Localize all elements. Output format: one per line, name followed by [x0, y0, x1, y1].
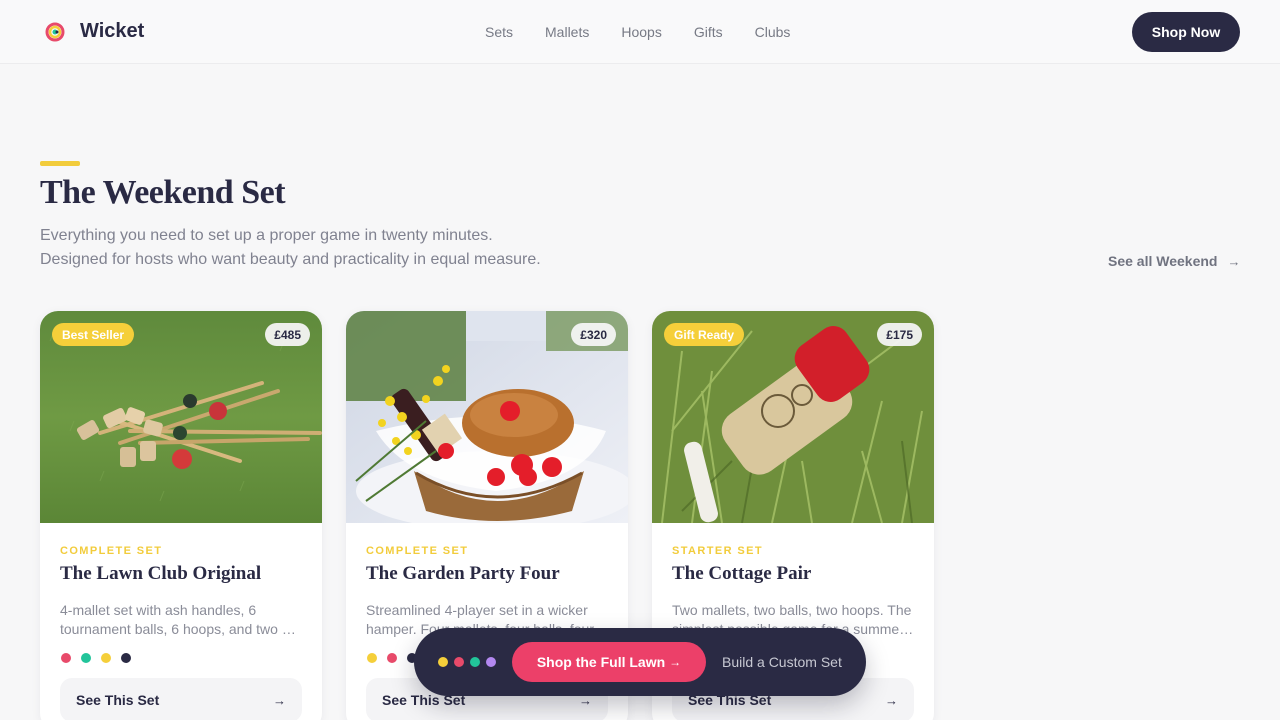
nav-link-sets[interactable]: Sets — [485, 24, 513, 40]
section-title: The Weekend Set — [40, 174, 286, 211]
brand-color-dots — [438, 657, 502, 667]
see-all-weekend-link[interactable]: See all Weekend → — [1108, 253, 1240, 269]
shop-full-lawn-label: Shop the Full Lawn — [536, 654, 666, 670]
price-tag: £320 — [571, 323, 616, 346]
product-image-mallet-in-grass: Gift Ready £175 — [652, 311, 934, 523]
build-custom-set-link[interactable]: Build a Custom Set — [722, 654, 842, 670]
card-description-line-1: Streamlined 4-player set in a wicker — [366, 602, 588, 618]
card-category: COMPLETE SET — [60, 545, 163, 557]
swatch-pink[interactable] — [61, 653, 71, 663]
card-description: 4-mallet set with ash handles, 6 tournam… — [60, 601, 302, 639]
nav-link-mallets[interactable]: Mallets — [545, 24, 589, 40]
see-all-label: See all Weekend — [1108, 253, 1218, 269]
card-description-line-1: Two mallets, two balls, two hoops. The — [672, 602, 912, 618]
product-image-croquet-set: Best Seller £485 — [40, 311, 322, 523]
dot-yellow — [438, 657, 448, 667]
see-this-set-button[interactable]: See This Set → — [60, 678, 302, 720]
card-description-line-1: 4-mallet set with ash handles, 6 — [60, 602, 257, 618]
brand-name: Wicket — [80, 20, 145, 42]
nav-link-hoops[interactable]: Hoops — [621, 24, 661, 40]
subtitle-line-1: Everything you need to set up a proper g… — [40, 227, 493, 244]
arrow-right-icon: → — [273, 692, 286, 708]
card-category: COMPLETE SET — [366, 545, 469, 557]
section-accent-bar — [40, 161, 80, 166]
section-subtitle: Everything you need to set up a proper g… — [40, 224, 541, 272]
floating-action-bar: Shop the Full Lawn → Build a Custom Set — [414, 628, 866, 696]
arrow-right-icon: → — [885, 692, 898, 708]
card-title[interactable]: The Garden Party Four — [366, 563, 560, 585]
shop-now-button[interactable]: Shop Now — [1132, 12, 1240, 52]
color-swatches — [61, 653, 141, 663]
arrow-right-icon: → — [1227, 253, 1241, 269]
swatch-yellow[interactable] — [367, 653, 377, 663]
subtitle-line-2: Designed for hosts who want beauty and p… — [40, 251, 541, 268]
nav-link-clubs[interactable]: Clubs — [755, 24, 791, 40]
best-seller-badge: Best Seller — [52, 323, 135, 346]
price-tag: £485 — [265, 323, 310, 346]
brand-logo[interactable]: Wicket — [44, 20, 144, 43]
price-tag: £175 — [877, 323, 922, 346]
arrow-right-icon: → — [669, 655, 682, 669]
see-set-label: See This Set — [76, 692, 160, 708]
croquet-ball-logo-icon — [44, 21, 66, 43]
product-card-lawn-club-original[interactable]: Best Seller £485 COMPLETE SET The Lawn C… — [40, 311, 322, 720]
dot-purple — [486, 657, 496, 667]
card-title[interactable]: The Cottage Pair — [672, 563, 811, 585]
swatch-pink[interactable] — [387, 653, 397, 663]
card-description-line-2: tournament balls, 6 hoops, and two pegs. — [60, 621, 302, 637]
swatch-green[interactable] — [81, 653, 91, 663]
gift-ready-badge: Gift Ready — [664, 323, 745, 346]
dot-pink — [454, 657, 464, 667]
site-header: Wicket Sets Mallets Hoops Gifts Clubs Sh… — [0, 0, 1280, 64]
swatch-navy[interactable] — [121, 653, 131, 663]
card-title[interactable]: The Lawn Club Original — [60, 563, 261, 585]
main-nav: Sets Mallets Hoops Gifts Clubs — [485, 24, 822, 40]
swatch-yellow[interactable] — [101, 653, 111, 663]
nav-link-gifts[interactable]: Gifts — [694, 24, 723, 40]
card-category: STARTER SET — [672, 545, 763, 557]
shop-full-lawn-button[interactable]: Shop the Full Lawn → — [512, 642, 706, 682]
dot-green — [470, 657, 480, 667]
product-image-picnic-basket: £320 — [346, 311, 628, 523]
